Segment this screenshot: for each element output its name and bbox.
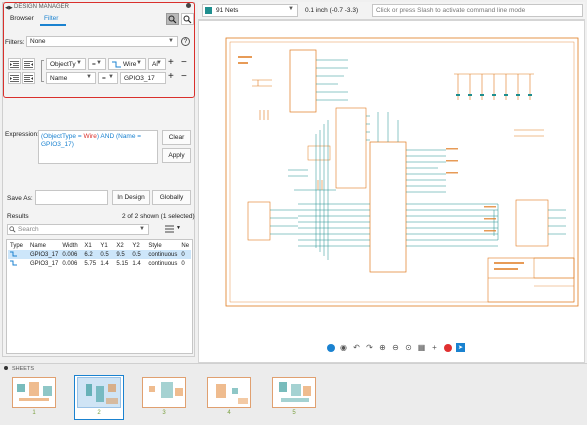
column-header[interactable]: Width: [60, 241, 82, 250]
sheet-number: 5: [292, 410, 296, 416]
column-header[interactable]: Y2: [130, 241, 146, 250]
zoom-out-icon[interactable]: ⊖: [391, 343, 400, 352]
info-icon[interactable]: [326, 343, 335, 352]
column-header[interactable]: X2: [114, 241, 130, 250]
column-header[interactable]: X1: [82, 241, 98, 250]
column-header[interactable]: Ne: [179, 241, 191, 250]
save-as-input[interactable]: [35, 190, 108, 205]
sheet-thumbnail-1[interactable]: [12, 377, 56, 408]
table-row[interactable]: GPIO3_17 0.006 5.75 1.4 5.15 1.4 continu…: [8, 259, 191, 268]
nets-value: 91 Nets: [216, 7, 239, 14]
select-mode-icon[interactable]: ➤: [456, 343, 465, 352]
clear-button[interactable]: Clear: [162, 130, 191, 145]
search-input[interactable]: Search ▼: [7, 224, 149, 235]
list-options-caret-icon[interactable]: ▼: [176, 225, 181, 231]
sheet-number: 3: [162, 410, 166, 416]
annotation-highlight-box: [3, 2, 195, 98]
net-color-icon: [205, 7, 212, 14]
chevron-down-icon: ▼: [288, 6, 294, 12]
expression-label: Expression:: [5, 131, 39, 138]
sheet-number: 4: [227, 410, 231, 416]
undo-icon[interactable]: ↶: [352, 343, 361, 352]
table-row[interactable]: GPIO3_17 0.006 6.2 0.5 9.5 0.5 continuou…: [8, 250, 192, 259]
nets-select[interactable]: 91 Nets ▼: [202, 4, 298, 17]
search-icon: [9, 226, 16, 233]
save-as-label: Save As:: [7, 195, 33, 202]
sheet-thumbnail-5[interactable]: [272, 377, 316, 408]
results-label: Results: [7, 213, 29, 220]
results-table: Type Name Width X1 Y1 X2 Y2 Style Ne GPI…: [8, 241, 192, 268]
sheets-collapse-icon[interactable]: [4, 366, 8, 370]
sheets-title: SHEETS: [12, 366, 35, 372]
grid-icon[interactable]: ▦: [417, 343, 426, 352]
column-header[interactable]: Style: [146, 241, 179, 250]
sheet-thumbnail-4[interactable]: [207, 377, 251, 408]
globally-button[interactable]: Globally: [152, 190, 191, 205]
command-line-input[interactable]: Click or press Slash to activate command…: [372, 4, 583, 17]
redo-icon[interactable]: ↷: [365, 343, 374, 352]
list-options-icon[interactable]: [165, 225, 174, 233]
wire-type-icon: [8, 250, 28, 259]
sheet-thumbnail-2[interactable]: [77, 377, 121, 408]
sheet-number: 2: [97, 410, 101, 416]
zoom-area-icon[interactable]: ⊙: [404, 343, 413, 352]
coordinate-readout: 0.1 inch (-0.7 -3.3): [305, 7, 359, 14]
zoom-in-icon[interactable]: ⊕: [378, 343, 387, 352]
sheet-number: 1: [32, 410, 36, 416]
apply-button[interactable]: Apply: [162, 148, 191, 163]
wire-type-icon: [8, 259, 28, 268]
sheet-thumbnail-3[interactable]: [142, 377, 186, 408]
table-header-row: Type Name Width X1 Y1 X2 Y2 Style Ne: [8, 241, 191, 250]
column-header[interactable]: Type: [8, 241, 28, 250]
eye-icon[interactable]: ◉: [339, 343, 348, 352]
add-icon[interactable]: +: [430, 343, 439, 352]
schematic-drawing: [225, 37, 579, 307]
column-header[interactable]: Y1: [98, 241, 114, 250]
results-count: 2 of 2 shown (1 selected): [122, 213, 195, 220]
column-header[interactable]: Name: [28, 241, 60, 250]
chevron-down-icon: ▼: [139, 226, 145, 232]
stop-icon[interactable]: [443, 343, 452, 352]
expression-box[interactable]: (ObjectType = Wire) AND (Name = GPIO3_17…: [38, 130, 158, 164]
in-design-button[interactable]: In Design: [112, 190, 150, 205]
